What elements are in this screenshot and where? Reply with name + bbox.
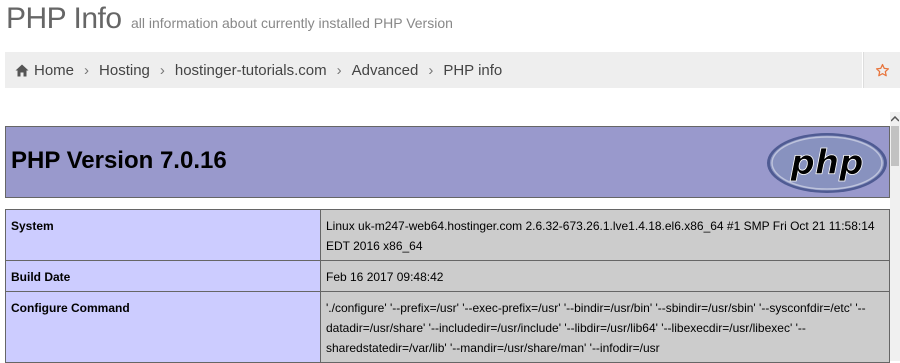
- breadcrumb-hosting[interactable]: Hosting: [99, 62, 150, 79]
- page-title: PHP Info: [6, 2, 122, 35]
- phpinfo-table: System Linux uk-m247-web64.hostinger.com…: [5, 209, 890, 363]
- table-value-cell: Feb 16 2017 09:48:42: [320, 260, 890, 292]
- chevron-right-icon: ›: [428, 61, 434, 79]
- breadcrumb-php-info: PHP info: [443, 61, 503, 79]
- chevron-right-icon: ›: [84, 61, 90, 79]
- table-value-cell: './configure' '--prefix=/usr' '--exec-pr…: [320, 291, 890, 363]
- page-header: PHP Info all information about currently…: [6, 2, 453, 36]
- php-logo-text: php: [790, 143, 864, 183]
- php-logo: php: [767, 133, 887, 193]
- home-icon[interactable]: [15, 64, 29, 77]
- table-row: Build Date Feb 16 2017 09:48:42: [5, 260, 890, 292]
- star-icon: [875, 63, 890, 76]
- breadcrumb-domain[interactable]: hostinger-tutorials.com: [175, 62, 327, 79]
- page-subtitle: all information about currently installe…: [130, 15, 453, 31]
- phpinfo-frame: PHP Version 7.0.16 php System Linux uk-m…: [5, 126, 890, 363]
- breadcrumb-bar: Home › Hosting › hostinger-tutorials.com…: [5, 52, 862, 88]
- php-version-title: PHP Version 7.0.16: [11, 147, 227, 174]
- scrollbar[interactable]: [890, 112, 900, 361]
- breadcrumb-advanced[interactable]: Advanced: [352, 62, 419, 79]
- table-row: Configure Command './configure' '--prefi…: [5, 291, 890, 363]
- phpinfo-header: PHP Version 7.0.16 php: [5, 126, 890, 198]
- table-key-cell: Configure Command: [5, 291, 321, 363]
- breadcrumb: Home › Hosting › hostinger-tutorials.com…: [5, 62, 502, 79]
- table-key-cell: Build Date: [5, 260, 321, 292]
- scrollbar-thumb[interactable]: [891, 126, 899, 166]
- table-value-cell: Linux uk-m247-web64.hostinger.com 2.6.32…: [320, 209, 890, 261]
- table-row: System Linux uk-m247-web64.hostinger.com…: [5, 209, 890, 261]
- breadcrumb-home[interactable]: Home: [34, 62, 74, 79]
- chevron-right-icon: ›: [336, 61, 342, 79]
- chevron-right-icon: ›: [159, 61, 165, 79]
- favorite-button[interactable]: [863, 52, 900, 88]
- scroll-up-arrow-icon[interactable]: [890, 112, 900, 126]
- table-key-cell: System: [5, 209, 321, 261]
